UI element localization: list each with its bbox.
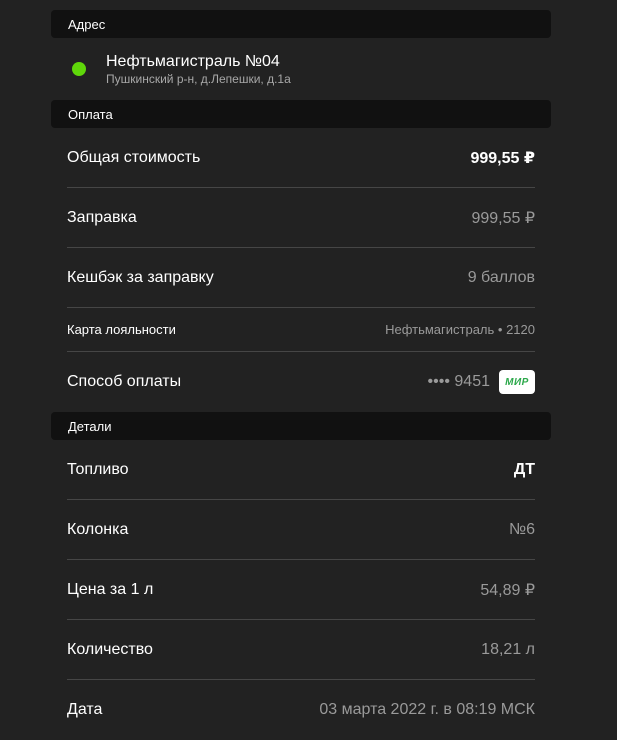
fuel-row: Топливо ДТ — [67, 440, 535, 500]
details-list: Топливо ДТ Колонка №6 Цена за 1 л 54,89 … — [51, 440, 551, 740]
payment-header-label: Оплата — [68, 106, 113, 122]
loyalty-card-label: Карта лояльности — [67, 322, 176, 337]
payment-method-label: Способ оплаты — [67, 373, 182, 390]
payment-card-number: •••• 9451 — [427, 373, 490, 390]
payment-method-value: •••• 9451 МИР — [428, 370, 535, 394]
quantity-label: Количество — [67, 640, 153, 658]
details-header-label: Детали — [68, 418, 112, 434]
pump-label: Колонка — [67, 520, 129, 538]
receipt-container: Адрес Нефтьмагистраль №04 Пушкинский р-н… — [51, 10, 551, 740]
date-row: Дата 03 марта 2022 г. в 08:19 МСК — [67, 680, 535, 740]
cashback-row: Кешбэк за заправку 9 баллов — [67, 248, 535, 308]
payment-section-header: Оплата — [51, 100, 551, 128]
cashback-label: Кешбэк за заправку — [67, 268, 214, 286]
price-row: Цена за 1 л 54,89 ₽ — [67, 560, 535, 620]
refuel-row: Заправка 999,55 ₽ — [67, 188, 535, 248]
payment-list: Общая стоимость 999,55 ₽ Заправка 999,55… — [51, 128, 551, 412]
price-label: Цена за 1 л — [67, 580, 154, 598]
cashback-value: 9 баллов — [467, 268, 535, 286]
price-value: 54,89 ₽ — [480, 581, 535, 599]
payment-method-row: Способ оплаты •••• 9451 МИР — [67, 352, 535, 412]
mir-card-icon: МИР — [499, 370, 535, 394]
total-cost-label: Общая стоимость — [67, 148, 201, 166]
address-section-header: Адрес — [51, 10, 551, 38]
date-value: 03 марта 2022 г. в 08:19 МСК — [319, 701, 535, 718]
refuel-value: 999,55 ₽ — [471, 209, 535, 227]
station-name: Нефтьмагистраль №04 — [106, 52, 280, 70]
station-address-block: Нефтьмагистраль №04 Пушкинский р-н, д.Ле… — [51, 38, 551, 100]
fuel-value: ДТ — [513, 460, 535, 478]
pump-row: Колонка №6 — [67, 500, 535, 560]
loyalty-card-value: Нефтьмагистраль • 2120 — [385, 322, 535, 337]
refuel-label: Заправка — [67, 208, 137, 226]
station-address: Пушкинский р-н, д.Лепешки, д.1а — [106, 71, 291, 86]
quantity-row: Количество 18,21 л — [67, 620, 535, 680]
quantity-value: 18,21 л — [481, 640, 535, 658]
date-label: Дата — [67, 701, 103, 718]
total-cost-row: Общая стоимость 999,55 ₽ — [67, 128, 535, 188]
station-status-dot-icon — [72, 62, 86, 76]
fuel-label: Топливо — [67, 460, 129, 478]
total-cost-value: 999,55 ₽ — [470, 149, 535, 167]
pump-value: №6 — [508, 520, 535, 538]
details-section-header: Детали — [51, 412, 551, 440]
address-header-label: Адрес — [68, 16, 106, 32]
station-info: Нефтьмагистраль №04 Пушкинский р-н, д.Ле… — [106, 52, 291, 87]
loyalty-card-row: Карта лояльности Нефтьмагистраль • 2120 — [67, 308, 535, 352]
